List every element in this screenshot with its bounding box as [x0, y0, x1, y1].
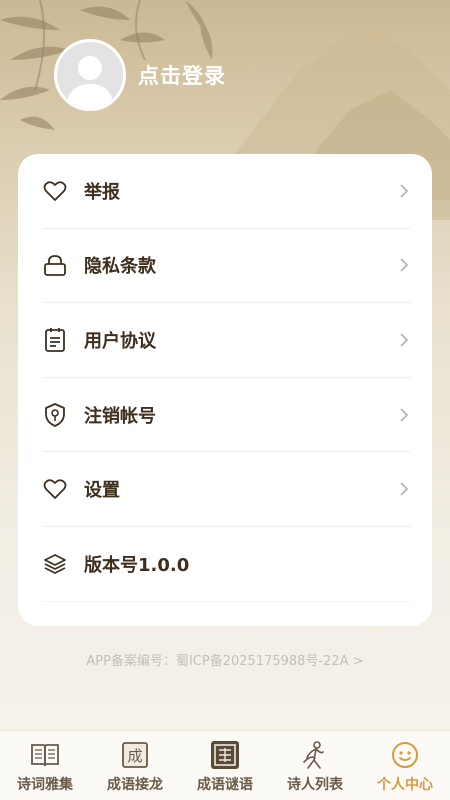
tab-label: 成语接龙: [107, 777, 163, 793]
menu-item-label: 隐私条款: [84, 256, 156, 278]
chevron-right-icon: [400, 407, 409, 422]
login-link[interactable]: 点击登录: [138, 60, 226, 90]
svg-text:成: 成: [127, 747, 142, 765]
menu-item-label: 举报: [84, 181, 120, 203]
tab-personal-center[interactable]: 个人中心: [360, 731, 450, 800]
chevron-right-icon: [400, 258, 409, 273]
tab-idiom-chain[interactable]: 成 成语接龙: [90, 731, 180, 800]
menu-item-delete-account[interactable]: 注销帐号: [42, 378, 410, 453]
chevron-right-icon: [400, 333, 409, 347]
avatar[interactable]: [54, 39, 126, 111]
document-icon: [42, 327, 68, 353]
tab-idiom-riddle[interactable]: 成语谜语: [180, 731, 270, 800]
menu-item-label: 设置: [84, 480, 120, 502]
layers-icon: [42, 551, 68, 577]
heart-icon: [42, 178, 68, 204]
shield-key-icon: [42, 402, 68, 428]
menu-card: 举报 隐私条款 用户协议 注销帐号 设置 版本号1.0.0: [18, 154, 432, 626]
menu-item-report[interactable]: 举报: [42, 154, 410, 229]
menu-item-privacy[interactable]: 隐私条款: [42, 229, 410, 304]
tab-label: 个人中心: [377, 777, 433, 793]
poet-figure-icon: [299, 739, 331, 771]
menu-item-label: 注销帐号: [84, 405, 156, 427]
tab-label: 诗词雅集: [17, 777, 73, 793]
version-label: 版本号1.0.0: [84, 554, 190, 576]
tab-poetry-collection[interactable]: 诗词雅集: [0, 731, 90, 800]
menu-item-label: 用户协议: [84, 330, 156, 352]
default-user-icon: [66, 56, 114, 108]
menu-item-version: 版本号1.0.0: [42, 527, 410, 602]
lock-icon: [42, 252, 68, 278]
profile-header[interactable]: 点击登录: [54, 38, 226, 112]
book-icon: [29, 739, 61, 771]
tab-poet-list[interactable]: 诗人列表: [270, 731, 360, 800]
smile-face-icon: [389, 739, 421, 771]
heart-icon: [42, 476, 68, 502]
tab-label: 成语谜语: [197, 777, 253, 793]
riddle-icon: [209, 739, 241, 771]
chevron-right-icon: [400, 184, 409, 198]
menu-item-settings[interactable]: 设置: [42, 452, 410, 527]
bottom-tab-bar: 诗词雅集 成 成语接龙 成语谜语 诗人列表 个人中心: [0, 730, 450, 800]
tab-label: 诗人列表: [287, 777, 343, 793]
icp-record-link[interactable]: APP备案编号：蜀ICP备2025175988号-22A >: [0, 650, 450, 669]
menu-item-user-agreement[interactable]: 用户协议: [42, 303, 410, 378]
chevron-right-icon: [400, 482, 409, 496]
seal-cheng-icon: 成: [119, 739, 151, 771]
